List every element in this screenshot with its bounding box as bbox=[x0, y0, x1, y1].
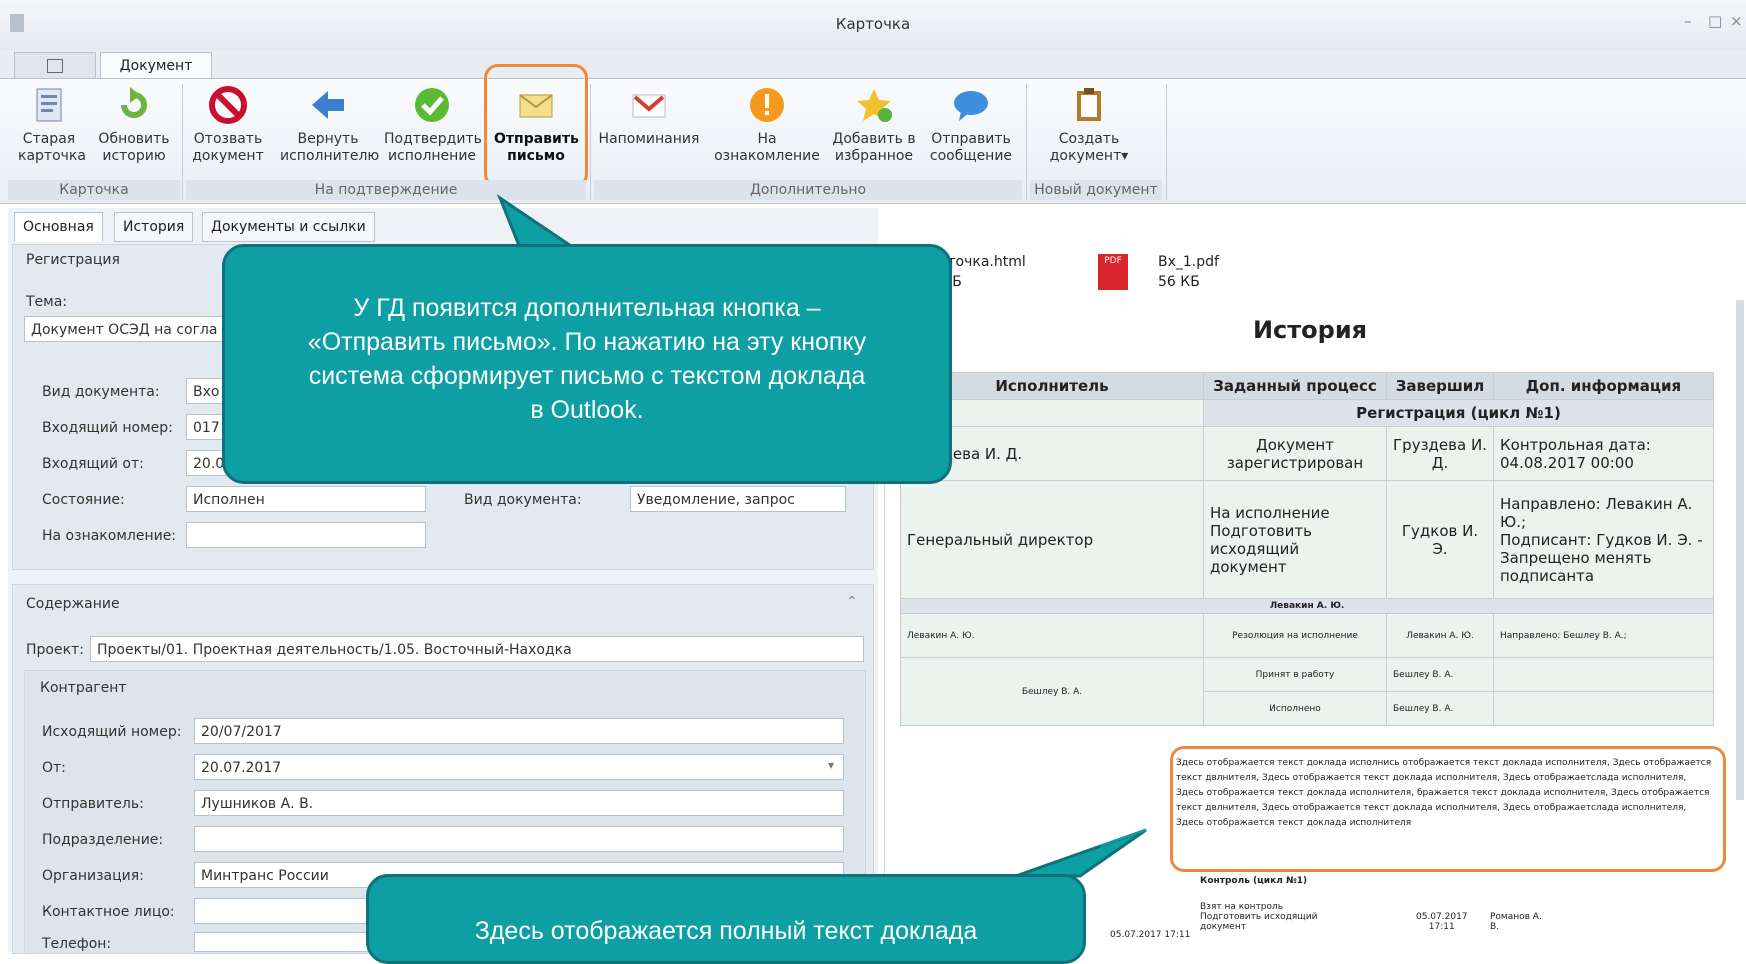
callout-send-letter: У ГД появится дополнительная кнопка – «О… bbox=[222, 244, 952, 484]
callout-report-text: Здесь отображается полный текст доклада bbox=[366, 874, 1086, 964]
